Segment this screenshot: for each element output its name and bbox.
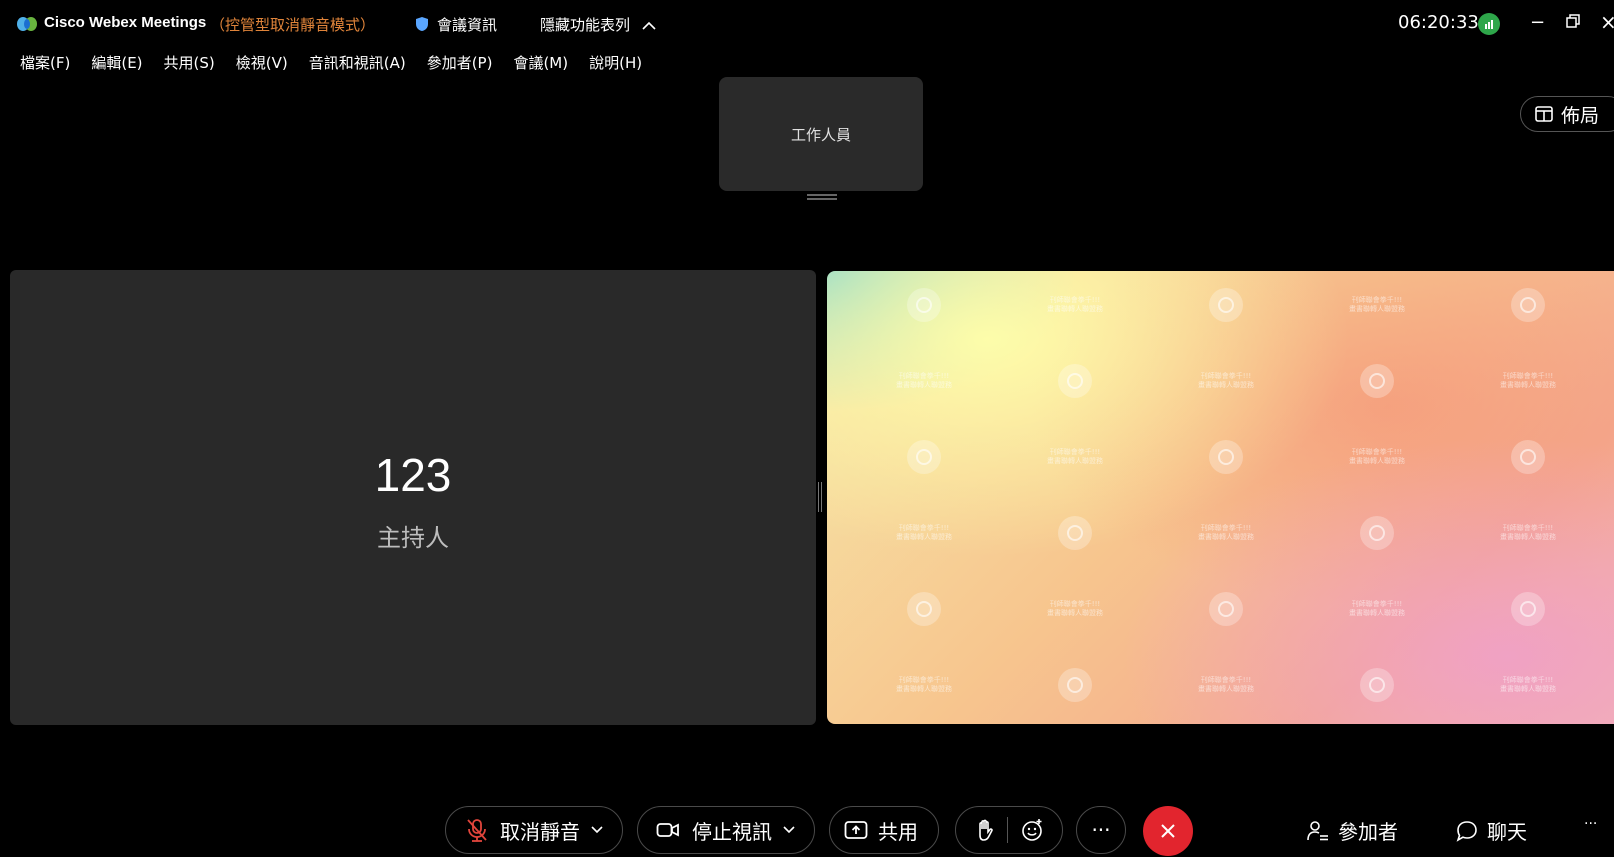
hide-menu-bar-label: 隱藏功能表列	[540, 16, 631, 34]
layout-label: 佈局	[1561, 104, 1600, 127]
share-button[interactable]: 共用	[829, 806, 939, 854]
stop-video-button[interactable]: 停止視訊	[637, 806, 815, 854]
stop-video-label: 停止視訊	[692, 819, 772, 844]
participants-icon	[1307, 820, 1328, 840]
watermark-logo-icon	[1209, 440, 1243, 474]
meeting-info-button[interactable]: 會議資訊	[437, 14, 497, 35]
share-screen-icon	[844, 821, 868, 839]
menu-edit[interactable]: 編輯(E)	[91, 52, 142, 74]
shared-content-tile[interactable]: 刊師聯會拳千!!! 畫書聯轉人聯盟務 刊師聯會拳千!!! 畫書聯轉人聯盟務 刊師聯會拳千…	[827, 271, 1614, 724]
watermark-logo-icon	[1360, 516, 1394, 550]
meeting-clock: 06:20:33	[1398, 12, 1479, 33]
menu-help[interactable]: 說明(H)	[589, 52, 642, 74]
watermark-text: 刊師聯會拳千!!! 畫書聯轉人聯盟務	[1349, 296, 1405, 313]
chat-label: 聊天	[1487, 820, 1527, 844]
menu-view[interactable]: 檢視(V)	[236, 52, 288, 74]
watermark-logo-icon	[1209, 288, 1243, 322]
hide-menu-bar-button[interactable]: 隱藏功能表列	[540, 14, 657, 35]
more-options-button[interactable]: ···	[1076, 806, 1126, 854]
unmute-label: 取消靜音	[500, 819, 580, 844]
end-meeting-button[interactable]	[1143, 806, 1193, 856]
shield-icon[interactable]	[415, 16, 429, 32]
restore-window-icon[interactable]	[1566, 14, 1580, 28]
watermark-text: 刊師聯會拳千!!! 畫書聯轉人聯盟務	[896, 372, 952, 389]
meeting-controls: 取消靜音 停止視訊 共用 ··· 參加者 聊天 ···	[0, 806, 1614, 856]
layout-button[interactable]: 佈局	[1520, 96, 1614, 132]
watermark-text: 刊師聯會拳千!!! 畫書聯轉人聯盟務	[1198, 372, 1254, 389]
staff-video-tile[interactable]: 工作人員	[719, 77, 923, 191]
video-camera-icon	[656, 823, 679, 837]
menu-participants[interactable]: 參加者(P)	[427, 52, 493, 74]
watermark-logo-icon	[907, 288, 941, 322]
chat-bubble-icon	[1456, 820, 1477, 842]
chevron-down-icon[interactable]	[590, 825, 604, 835]
overflow-menu-label: ···	[1584, 816, 1598, 832]
more-options-label: ···	[1091, 818, 1111, 842]
watermark-text: 刊師聯會拳千!!! 畫書聯轉人聯盟務	[896, 676, 952, 693]
host-role: 主持人	[377, 524, 449, 552]
menu-bar: 檔案(F) 編輯(E) 共用(S) 檢視(V) 音訊和視訊(A) 參加者(P) …	[20, 52, 642, 74]
title-bar: Cisco Webex Meetings （控管型取消靜音模式） 會議資訊 隱藏…	[0, 8, 1614, 42]
host-video-tile[interactable]: 123 主持人	[10, 270, 816, 725]
watermark-logo-icon	[1058, 516, 1092, 550]
participants-button[interactable]: 參加者	[1306, 816, 1398, 845]
share-label: 共用	[878, 819, 918, 844]
reactions-divider	[1006, 817, 1008, 843]
participants-label: 參加者	[1338, 820, 1398, 844]
emoji-reaction-icon[interactable]	[1020, 818, 1044, 842]
watermark-logo-icon	[907, 440, 941, 474]
watermark-logo-icon	[1511, 440, 1545, 474]
chat-button[interactable]: 聊天	[1455, 816, 1527, 845]
watermark-logo-icon	[1058, 364, 1092, 398]
panel-splitter[interactable]	[818, 482, 822, 512]
watermark-text: 刊師聯會拳千!!! 畫書聯轉人聯盟務	[1500, 372, 1556, 389]
reactions-group	[955, 806, 1063, 854]
watermark-text: 刊師聯會拳千!!! 畫書聯轉人聯盟務	[1198, 676, 1254, 693]
overflow-menu-button[interactable]: ···	[1584, 816, 1597, 832]
raise-hand-icon[interactable]	[975, 818, 995, 842]
watermark-text: 刊師聯會拳千!!! 畫書聯轉人聯盟務	[1349, 600, 1405, 617]
close-icon	[1161, 824, 1175, 838]
mic-muted-icon	[467, 819, 487, 842]
watermark-text: 刊師聯會拳千!!! 畫書聯轉人聯盟務	[1047, 296, 1103, 313]
watermark-text: 刊師聯會拳千!!! 畫書聯轉人聯盟務	[1047, 600, 1103, 617]
unmute-button[interactable]: 取消靜音	[445, 806, 623, 854]
watermark-logo-icon	[1209, 592, 1243, 626]
watermark-logo-icon	[907, 592, 941, 626]
network-signal-icon[interactable]	[1478, 13, 1500, 35]
watermark-text: 刊師聯會拳千!!! 畫書聯轉人聯盟務	[1198, 524, 1254, 541]
host-name: 123	[374, 449, 452, 501]
close-window-button[interactable]: ×	[1600, 10, 1614, 34]
watermark-logo-icon	[1360, 668, 1394, 702]
watermark-logo-icon	[1511, 592, 1545, 626]
filmstrip-drag-handle[interactable]	[807, 194, 837, 200]
watermark-text: 刊師聯會拳千!!! 畫書聯轉人聯盟務	[896, 524, 952, 541]
watermark-text: 刊師聯會拳千!!! 畫書聯轉人聯盟務	[1349, 448, 1405, 465]
watermark-logo-icon	[1058, 668, 1092, 702]
chevron-down-icon[interactable]	[782, 825, 796, 835]
menu-share[interactable]: 共用(S)	[164, 52, 215, 74]
staff-tile-label: 工作人員	[790, 125, 851, 144]
menu-audio-video[interactable]: 音訊和視訊(A)	[309, 52, 406, 74]
app-title: Cisco Webex Meetings	[44, 14, 207, 31]
webex-logo-icon	[17, 17, 37, 31]
watermark-text: 刊師聯會拳千!!! 畫書聯轉人聯盟務	[1500, 676, 1556, 693]
menu-file[interactable]: 檔案(F)	[20, 52, 70, 74]
watermark-text: 刊師聯會拳千!!! 畫書聯轉人聯盟務	[1500, 524, 1556, 541]
unmute-mode-label: （控管型取消靜音模式）	[210, 16, 376, 34]
chevron-up-icon	[642, 21, 656, 30]
minimize-button[interactable]: −	[1530, 12, 1545, 33]
watermark-grid: 刊師聯會拳千!!! 畫書聯轉人聯盟務 刊師聯會拳千!!! 畫書聯轉人聯盟務 刊師聯會拳千…	[827, 271, 1614, 724]
watermark-logo-icon	[1360, 364, 1394, 398]
watermark-text: 刊師聯會拳千!!! 畫書聯轉人聯盟務	[1047, 448, 1103, 465]
menu-meeting[interactable]: 會議(M)	[513, 52, 568, 74]
watermark-logo-icon	[1511, 288, 1545, 322]
layout-icon	[1535, 106, 1553, 122]
